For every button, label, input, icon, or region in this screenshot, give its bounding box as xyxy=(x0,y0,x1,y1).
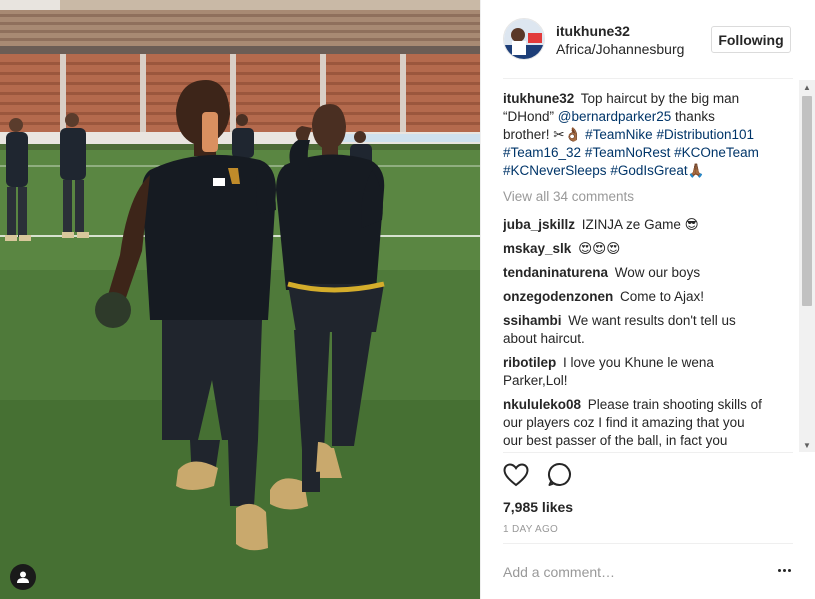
comment-username[interactable]: nkululeko08 xyxy=(503,397,581,412)
post-timestamp[interactable]: 1 DAY AGO xyxy=(503,524,558,535)
scrollbar-thumb[interactable] xyxy=(802,96,812,306)
avatar[interactable] xyxy=(503,18,545,60)
comment-item: onzegodenzonen Come to Ajax! xyxy=(503,288,765,306)
comment-text: Wow our boys xyxy=(614,265,701,280)
hashtag-link[interactable]: #Team16_32 xyxy=(503,145,581,160)
post-location[interactable]: Africa/Johannesburg xyxy=(556,41,684,57)
hashtag-link[interactable]: #Distribution101 xyxy=(656,127,754,142)
comment-item: mskay_slk 😍😍😍 xyxy=(503,240,765,258)
comment-username[interactable]: ribotilep xyxy=(503,355,556,370)
scroll-down-arrow-icon[interactable]: ▼ xyxy=(799,438,815,452)
caption-emoji: 🙏🏾 xyxy=(687,163,705,178)
photo-illustration xyxy=(0,0,480,599)
comment-item: ribotilep I love you Khune le wena Parke… xyxy=(503,354,765,390)
scroll-up-arrow-icon[interactable]: ▲ xyxy=(799,80,815,94)
mention-link[interactable]: @bernardparker25 xyxy=(558,109,672,124)
post-actions xyxy=(503,462,586,490)
caption-username[interactable]: itukhune32 xyxy=(503,91,574,106)
hashtag-link[interactable]: #KCOneTeam xyxy=(674,145,759,160)
post-caption: itukhune32 Top haircut by the big man “D… xyxy=(503,90,765,180)
post-photo[interactable] xyxy=(0,0,480,599)
comment-item: juba_jskillz IZINJA ze Game 😎 xyxy=(503,216,765,234)
post-details-panel: itukhune32 Africa/Johannesburg Following… xyxy=(480,0,815,599)
hashtag-link[interactable]: #TeamNoRest xyxy=(585,145,671,160)
hashtag-link[interactable]: #TeamNike xyxy=(585,127,653,142)
speech-bubble-icon[interactable] xyxy=(547,462,572,492)
actions-divider xyxy=(503,452,793,453)
comment-username[interactable]: onzegodenzonen xyxy=(503,289,613,304)
comments-scrollbar[interactable]: ▲ ▼ xyxy=(799,80,815,452)
comment-text: IZINJA ze Game 😎 xyxy=(581,217,699,232)
comment-username[interactable]: ssihambi xyxy=(503,313,562,328)
comment-username[interactable]: juba_jskillz xyxy=(503,217,575,232)
following-button[interactable]: Following xyxy=(711,26,791,53)
comment-item: tendaninaturena Wow our boys xyxy=(503,264,765,282)
comment-item: ssihambi We want results don't tell us a… xyxy=(503,312,765,348)
comment-text: Come to Ajax! xyxy=(620,289,705,304)
comment-username[interactable]: mskay_slk xyxy=(503,241,571,256)
comment-username[interactable]: tendaninaturena xyxy=(503,265,608,280)
post-header: itukhune32 Africa/Johannesburg Following xyxy=(481,0,815,78)
header-divider xyxy=(503,78,793,79)
view-all-comments-link[interactable]: View all 34 comments xyxy=(503,188,803,206)
hashtag-link[interactable]: #KCNeverSleeps xyxy=(503,163,607,178)
heart-outline-icon[interactable] xyxy=(503,463,529,492)
three-dots-icon[interactable] xyxy=(774,560,794,580)
add-comment-input[interactable] xyxy=(503,562,743,582)
comment-text: 😍😍😍 xyxy=(578,241,621,256)
person-tag-icon xyxy=(17,571,29,583)
post-author-username[interactable]: itukhune32 xyxy=(556,23,630,39)
avatar-image xyxy=(504,19,544,59)
user-tag-button[interactable] xyxy=(10,564,36,590)
likes-count[interactable]: 7,985 likes xyxy=(503,499,573,515)
hashtag-link[interactable]: #GodIsGreat xyxy=(610,163,687,178)
comment-item: nkululeko08 Please train shooting skills… xyxy=(503,396,765,450)
comments-list[interactable]: itukhune32 Top haircut by the big man “D… xyxy=(503,90,803,450)
add-comment-divider xyxy=(503,543,793,544)
